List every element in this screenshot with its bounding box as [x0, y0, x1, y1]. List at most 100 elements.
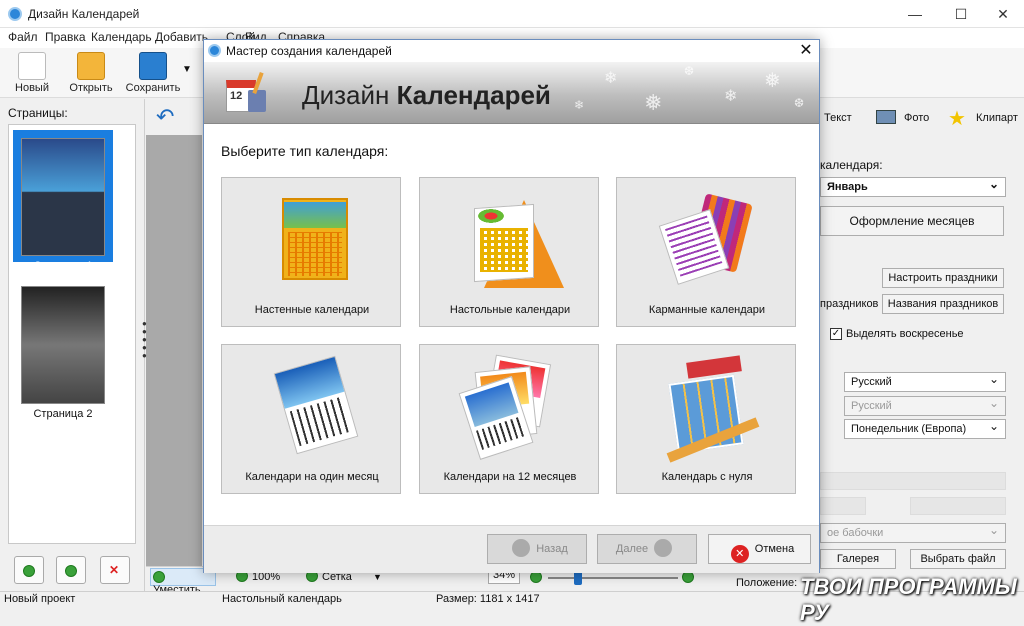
canvas-toolbar: [146, 99, 206, 135]
disabled-field-3: [910, 497, 1006, 515]
one-month-calendar-card[interactable]: Календари на один месяц: [221, 344, 401, 494]
status-calendar-type: Настольный календарь: [222, 593, 342, 605]
delete-page-icon: ✕: [109, 563, 120, 577]
floppy-disk-icon: [139, 52, 167, 80]
new-document-icon: [18, 52, 46, 80]
month-label: календаря:: [820, 158, 883, 172]
title-bar: [0, 0, 1024, 28]
save-button[interactable]: Сохранить: [125, 50, 181, 96]
tab-clipart[interactable]: Клипарт: [976, 104, 1018, 132]
new-button[interactable]: Новый: [7, 50, 57, 96]
calendar-brush-icon: 12: [226, 71, 274, 116]
open-button[interactable]: Открыть: [66, 50, 116, 96]
twelve-month-calendar-icon: [458, 354, 560, 460]
week-start-select[interactable]: Понедельник (Европа): [844, 417, 1006, 439]
pocket-calendar-card[interactable]: Карманные календари: [616, 177, 796, 327]
banner-icon-date: 12: [230, 90, 243, 102]
add-page-button[interactable]: [14, 556, 44, 584]
twelve-month-calendar-label: Календари на 12 месяцев: [443, 471, 577, 483]
grid-dropdown-icon[interactable]: ▼: [373, 572, 382, 582]
back-arrow-icon: [512, 539, 531, 557]
language-select-2: Русский: [844, 394, 1006, 416]
zoom-slider-thumb[interactable]: [574, 571, 582, 585]
holiday-names-button[interactable]: Названия праздников: [882, 294, 1004, 314]
minimize-button[interactable]: —: [900, 4, 930, 24]
one-month-calendar-label: Календари на один месяц: [245, 471, 379, 483]
next-label: Далее: [615, 543, 649, 555]
save-dropdown-arrow-icon[interactable]: ▼: [182, 64, 192, 75]
choose-file-button[interactable]: Выбрать файл: [910, 549, 1006, 569]
pages-label: Страницы:: [8, 106, 68, 120]
design-months-button[interactable]: Оформление месяцев: [820, 206, 1004, 236]
blank-calendar-card[interactable]: Календарь с нуля: [616, 344, 796, 494]
banner-title: Дизайн Календарей: [302, 80, 551, 111]
twelve-month-calendar-card[interactable]: Календари на 12 месяцев: [419, 344, 599, 494]
menu-add[interactable]: Добавить: [155, 30, 208, 44]
desk-calendar-label: Настольные календари: [449, 304, 571, 316]
pocket-calendar-label: Карманные календари: [648, 304, 766, 316]
desk-calendar-icon: [464, 192, 564, 288]
zoom-slider-track[interactable]: [548, 577, 678, 579]
banner-title-plain: Дизайн: [302, 80, 397, 110]
next-button: Далее: [597, 534, 697, 564]
next-arrow-icon: [654, 539, 673, 557]
choose-type-label: Выберите тип календаря:: [221, 143, 389, 159]
add-page-icon: [23, 565, 35, 577]
dialog-app-icon: [208, 44, 221, 57]
snowflake-icon: ❅: [644, 90, 663, 115]
status-project: Новый проект: [4, 593, 76, 605]
page-2-preview: [21, 286, 105, 404]
close-button[interactable]: ✕: [988, 4, 1018, 24]
app-icon: [8, 7, 22, 21]
language-select-1[interactable]: Русский: [844, 370, 1006, 392]
cancel-button[interactable]: ✕ Отмена: [708, 534, 811, 564]
month-select[interactable]: Январь: [820, 175, 1006, 197]
page-thumbnail-1[interactable]: Страница 1: [13, 130, 113, 272]
snowflake-icon: ❆: [684, 64, 695, 78]
desk-calendar-card[interactable]: Настольные календари: [419, 177, 599, 327]
configure-holidays-button[interactable]: Настроить праздники: [882, 268, 1004, 288]
page-1-preview: [21, 138, 105, 256]
one-month-calendar-icon: [262, 355, 362, 457]
undo-icon[interactable]: ↶: [156, 104, 174, 130]
holidays-label: праздников: [820, 298, 879, 310]
menu-edit[interactable]: Правка: [45, 30, 86, 44]
maximize-button[interactable]: ☐: [946, 4, 976, 24]
position-label: Положение:: [736, 577, 798, 589]
page-thumbnail-2[interactable]: Страница 2: [13, 278, 113, 420]
page-1-label: Страница 1: [33, 260, 93, 272]
menu-calendar[interactable]: Календарь: [91, 30, 152, 44]
back-label: Назад: [536, 543, 568, 555]
wall-calendar-card[interactable]: Настенные календари: [221, 177, 401, 327]
photo-icon: [876, 110, 896, 124]
dialog-close-button[interactable]: ✕: [795, 40, 817, 62]
highlight-sunday-checkbox[interactable]: ✓: [830, 328, 842, 340]
fit-icon: [153, 571, 165, 583]
resize-handle-icon[interactable]: ● ● ● ● ●: [142, 320, 147, 360]
cancel-icon: ✕: [730, 545, 749, 563]
wall-calendar-icon: [272, 192, 362, 282]
save-label: Сохранить: [125, 82, 181, 94]
properties-panel: [808, 99, 1024, 591]
window-title: Дизайн Календарей: [28, 7, 140, 21]
dialog-title: Мастер создания календарей: [226, 44, 392, 58]
canvas-area[interactable]: [146, 99, 202, 569]
disabled-field-2: [820, 497, 866, 515]
snowflake-icon: ❅: [764, 70, 781, 92]
open-label: Открыть: [69, 82, 113, 94]
tab-photo[interactable]: Фото: [904, 104, 929, 132]
watermark: ТВОИ ПРОГРАММЫ РУ: [800, 574, 1017, 625]
delete-page-button[interactable]: ✕: [100, 556, 130, 584]
blank-calendar-label: Календарь с нуля: [661, 471, 753, 483]
gallery-button[interactable]: Галерея: [820, 549, 896, 569]
menu-file[interactable]: Файл: [8, 30, 38, 44]
wall-calendar-label: Настенные календари: [254, 304, 370, 316]
tab-text[interactable]: Текст: [824, 104, 852, 132]
banner-title-bold: Календарей: [396, 80, 551, 110]
duplicate-page-icon: [65, 565, 77, 577]
snowflake-icon: ❄: [724, 88, 738, 105]
butterflies-select: ое бабочки: [820, 521, 1006, 543]
duplicate-page-button[interactable]: [56, 556, 86, 584]
folder-icon: [77, 52, 105, 80]
cancel-label: Отмена: [754, 543, 795, 555]
